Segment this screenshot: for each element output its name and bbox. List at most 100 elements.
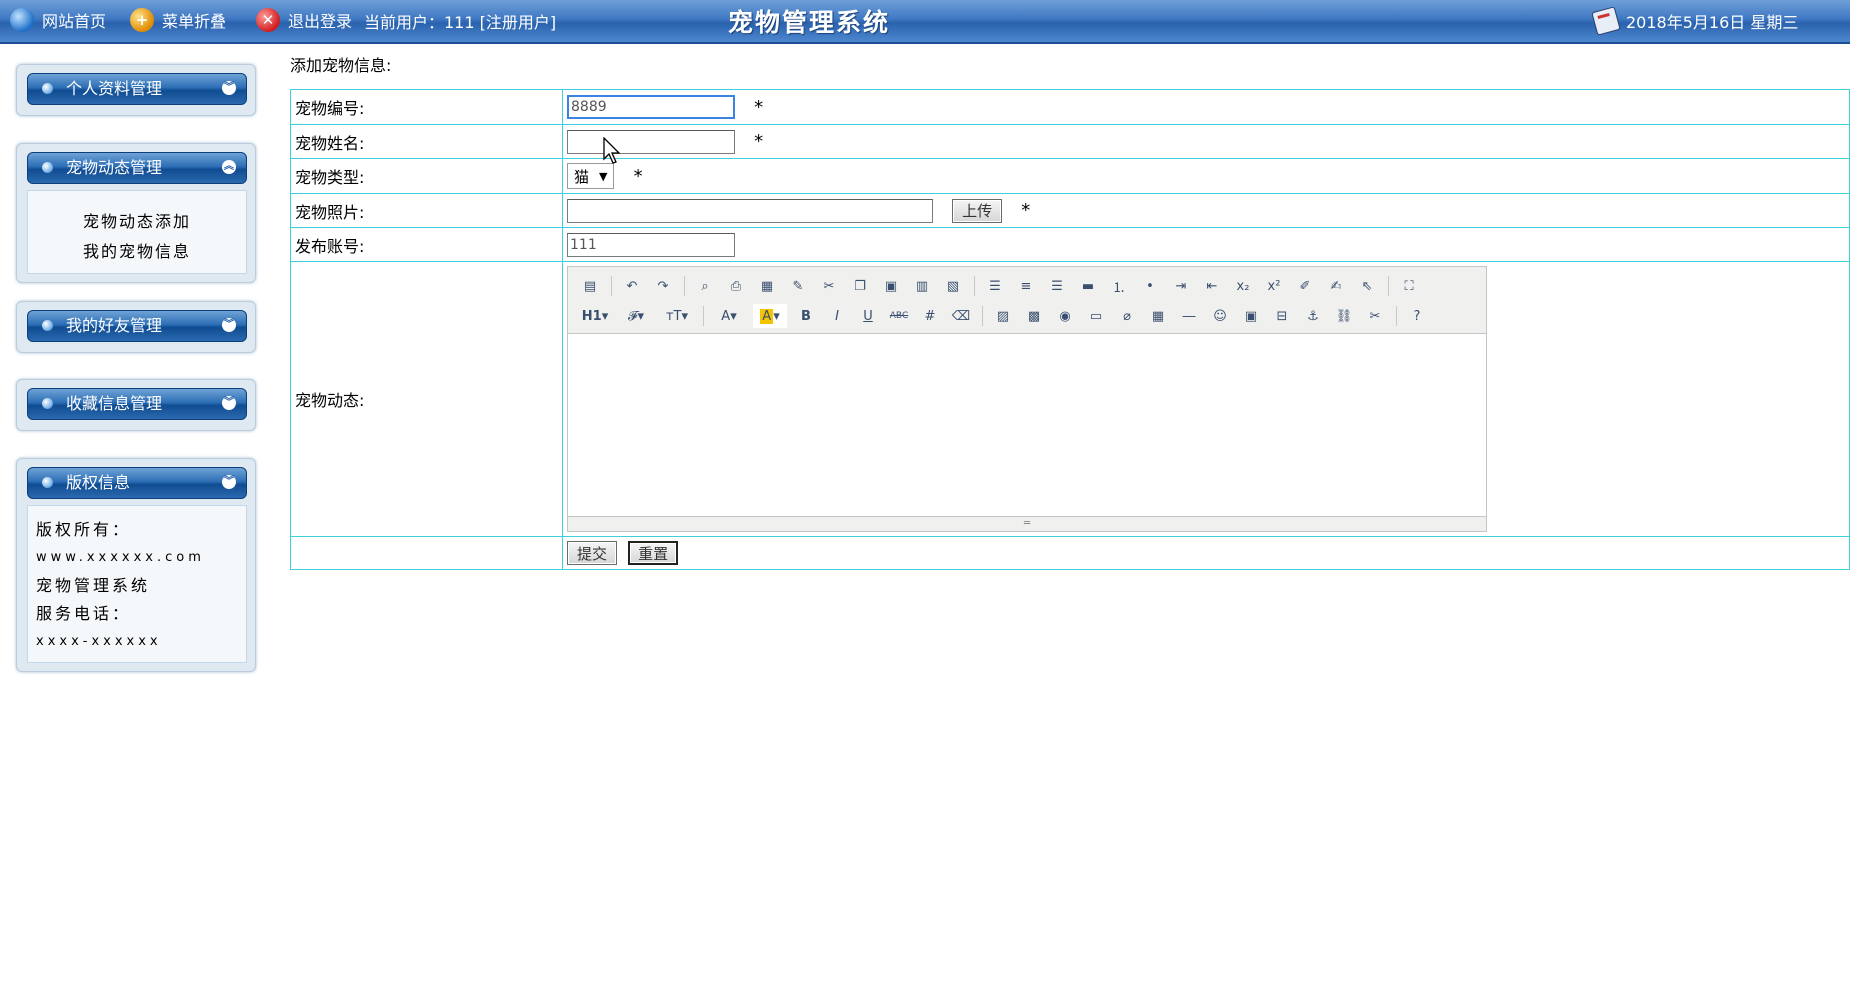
pet-name-input[interactable] xyxy=(567,129,735,154)
clear-format-icon[interactable]: ✐ xyxy=(1293,274,1317,298)
image-icon[interactable]: ▣ xyxy=(1239,304,1263,328)
attachment-icon[interactable]: ⌀ xyxy=(1115,304,1139,328)
cut-icon[interactable]: ✂ xyxy=(817,274,841,298)
insert-multi-image-icon[interactable]: ▩ xyxy=(1022,304,1046,328)
sidebar-header-pet-dynamics[interactable]: 宠物动态管理 ︽ xyxy=(27,152,247,184)
pet-id-input[interactable] xyxy=(567,95,735,119)
paste-text-icon[interactable]: ▥ xyxy=(910,274,934,298)
preview-icon[interactable]: ⌕ xyxy=(693,274,717,298)
anchor-icon[interactable]: ⚓ xyxy=(1301,304,1325,328)
font-color-icon[interactable]: A ▾ xyxy=(712,304,746,328)
strikethrough-icon[interactable]: ABC xyxy=(887,304,911,328)
close-icon: ✕ xyxy=(256,8,280,32)
editor-content-area[interactable] xyxy=(568,333,1486,517)
fullscreen-icon[interactable]: ⛶ xyxy=(1397,274,1421,298)
indent-icon[interactable]: ⇥ xyxy=(1169,274,1193,298)
sidebar-panel-profile: 个人资料管理 ︾ xyxy=(16,64,256,116)
unordered-list-icon[interactable]: • xyxy=(1138,274,1162,298)
sidebar-header-label: 版权信息 xyxy=(66,473,131,492)
font-color-text: A xyxy=(721,308,731,324)
highlight-color-icon[interactable]: A ▾ xyxy=(753,304,787,328)
dropdown-arrow-icon: ▼ xyxy=(599,169,608,183)
sidebar-panel-pet-dynamics: 宠物动态管理 ︽ 宠物动态添加 我的宠物信息 xyxy=(16,143,256,283)
align-right-icon[interactable]: ☰ xyxy=(1045,274,1069,298)
italic-icon[interactable]: I xyxy=(825,304,849,328)
font-family-icon[interactable]: 𝓕▾ xyxy=(619,304,653,328)
chevron-down-icon[interactable]: ︾ xyxy=(222,396,236,410)
upload-button[interactable]: 上传 xyxy=(952,198,1003,223)
account-input[interactable] xyxy=(567,232,735,257)
copy-icon[interactable]: ❐ xyxy=(848,274,872,298)
outdent-icon[interactable]: ⇤ xyxy=(1200,274,1224,298)
select-all-icon[interactable]: ✍ xyxy=(1324,274,1348,298)
sidebar-header-favorites[interactable]: 收藏信息管理 ︾ xyxy=(27,388,247,420)
undo-icon[interactable]: ↶ xyxy=(620,274,644,298)
sidebar-header-profile[interactable]: 个人资料管理 ︾ xyxy=(27,73,247,105)
plus-icon: + xyxy=(130,8,154,32)
empty-cell xyxy=(290,536,563,570)
insert-hr-icon[interactable]: ― xyxy=(1177,304,1201,328)
sidebar-header-friends[interactable]: 我的好友管理 ︾ xyxy=(27,310,247,342)
reset-button[interactable]: 重置 xyxy=(628,541,679,565)
copyright-phone: xxxx-xxxxxx xyxy=(36,634,162,649)
eraser-icon[interactable]: ⌫ xyxy=(949,304,973,328)
pet-dynamics-label: 宠物动态: xyxy=(290,261,563,537)
insert-flash-icon[interactable]: ◉ xyxy=(1053,304,1077,328)
horizontal-rule-icon[interactable]: # xyxy=(918,304,942,328)
pet-type-select[interactable]: 猫 ▼ xyxy=(567,163,615,189)
link-icon[interactable]: ⛓ xyxy=(1332,304,1356,328)
globe-icon xyxy=(10,8,34,32)
paste-icon[interactable]: ▣ xyxy=(879,274,903,298)
chevron-down-icon[interactable]: ︾ xyxy=(222,318,236,332)
templates-icon[interactable]: ▦ xyxy=(755,274,779,298)
print-icon[interactable]: ⎙ xyxy=(724,274,748,298)
table-icon[interactable]: ▦ xyxy=(1146,304,1170,328)
unlink-icon[interactable]: ✂ xyxy=(1363,304,1387,328)
bold-icon[interactable]: B xyxy=(794,304,818,328)
form-row: 宠物编号: * xyxy=(290,89,1850,125)
sidebar-item-add-dynamic[interactable]: 宠物动态添加 xyxy=(28,207,246,237)
help-icon[interactable]: ? xyxy=(1405,304,1429,328)
chevron-up-icon[interactable]: ︽ xyxy=(222,160,236,174)
copyright-line: 版权所有： xyxy=(36,520,132,539)
underline-icon[interactable]: U xyxy=(856,304,880,328)
home-link[interactable]: 网站首页 xyxy=(10,7,106,33)
align-center-icon[interactable]: ≡ xyxy=(1014,274,1038,298)
copyright-info: 版权所有： www.xxxxxx.com 宠物管理系统 服务电话： xxxx-x… xyxy=(27,505,247,663)
logout-link[interactable]: ✕ 退出登录 xyxy=(256,7,352,33)
paste-word-icon[interactable]: ▧ xyxy=(941,274,965,298)
font-size-icon[interactable]: тT▾ xyxy=(660,304,694,328)
copyright-line: 宠物管理系统 xyxy=(36,576,151,595)
subscript-icon[interactable]: x₂ xyxy=(1231,274,1255,298)
form-row: 发布账号: xyxy=(290,227,1850,262)
pet-photo-input[interactable] xyxy=(567,198,933,223)
chevron-down-icon[interactable]: ︾ xyxy=(222,81,236,95)
superscript-icon[interactable]: x² xyxy=(1262,274,1286,298)
selection-icon[interactable]: ⇖ xyxy=(1355,274,1379,298)
sidebar-panel-friends: 我的好友管理 ︾ xyxy=(16,301,256,353)
insert-image-icon[interactable]: ▨ xyxy=(991,304,1015,328)
ordered-list-icon[interactable]: ⒈ xyxy=(1107,274,1131,298)
source-icon[interactable]: ▤ xyxy=(578,274,602,298)
account-label: 发布账号: xyxy=(290,227,563,262)
sidebar-links: 宠物动态添加 我的宠物信息 xyxy=(27,190,247,274)
form-title: 添加宠物信息: xyxy=(290,56,392,75)
menu-collapse-link[interactable]: + 菜单折叠 xyxy=(130,7,226,33)
bullet-icon xyxy=(42,83,53,94)
sidebar-item-my-pets[interactable]: 我的宠物信息 xyxy=(28,237,246,267)
resize-handle-icon[interactable]: ═ xyxy=(568,517,1486,531)
insert-media-icon[interactable]: ▭ xyxy=(1084,304,1108,328)
chevron-down-icon[interactable]: ︾ xyxy=(222,475,236,489)
redo-icon[interactable]: ↷ xyxy=(651,274,675,298)
home-link-label: 网站首页 xyxy=(42,12,107,31)
spellcheck-icon[interactable]: ✎ xyxy=(786,274,810,298)
current-user-text: 当前用户：111 [注册用户] xyxy=(364,13,557,32)
justify-icon[interactable]: ▬ xyxy=(1076,274,1100,298)
heading-dropdown[interactable]: H1 ▾ xyxy=(578,304,612,328)
submit-button[interactable]: 提交 xyxy=(567,541,617,565)
align-left-icon[interactable]: ☰ xyxy=(983,274,1007,298)
toolbar-separator xyxy=(1396,306,1397,326)
sidebar-header-copyright[interactable]: 版权信息 ︾ xyxy=(27,467,247,499)
page-break-icon[interactable]: ⊟ xyxy=(1270,304,1294,328)
emoticon-icon[interactable]: ☺ xyxy=(1208,304,1232,328)
